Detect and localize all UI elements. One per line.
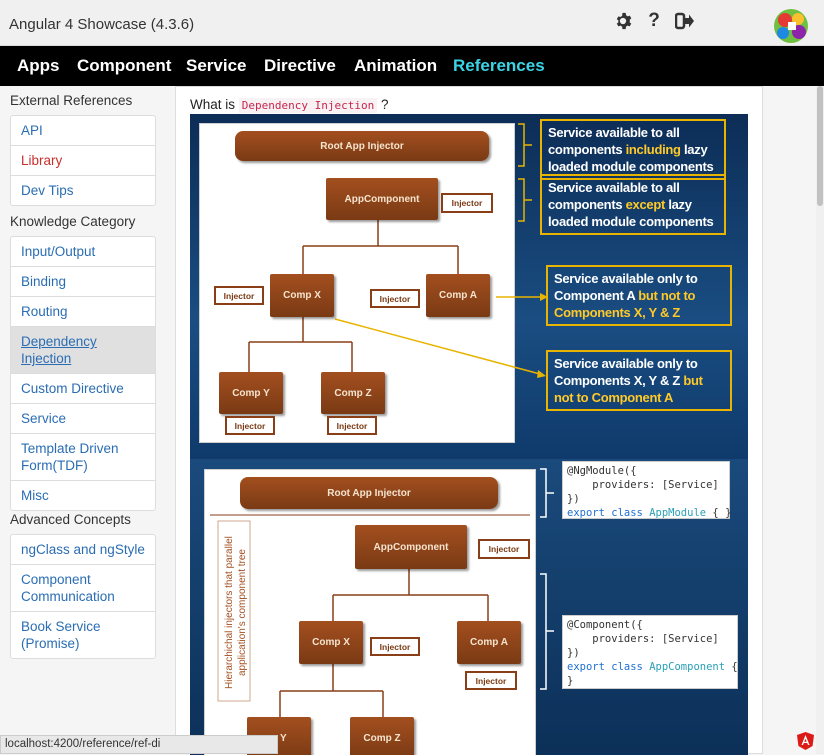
code2-line1: @Component({ [567,619,643,631]
title-bar: Angular 4 Showcase (4.3.6) ? [0,0,824,46]
diagram2-injector-a: Injector [465,671,517,690]
nav-animation[interactable]: Animation [354,56,437,76]
code2-line5: } [567,675,574,687]
code1-line1: @NgModule({ [567,465,637,477]
diagram1-injector-a: Injector [370,289,420,308]
nav-component[interactable]: Component [77,56,171,76]
code1-end: { } [712,507,732,519]
page-scrollbar[interactable] [816,86,824,754]
nav-directive[interactable]: Directive [264,56,336,76]
angular-icon [797,732,814,750]
sidebar-group-knowledge: Input/Output Binding Routing Dependency … [10,236,156,511]
code1-line4: export class AppModule { } [567,506,731,520]
diagram1-comp-y: Comp Y [219,372,283,414]
diagram1-note2-highlight: except [625,197,666,212]
code1-line3: }) [567,493,580,505]
sidebar-item-component-communication[interactable]: Component Communication [11,564,155,611]
diagram2-vertical-label: Hierarchichal injectors that parallel ap… [224,536,248,690]
sidebar-heading-advanced: Advanced Concepts [10,512,131,527]
diagram1-app-component: AppComponent [326,178,438,220]
sidebar-item-ngclass[interactable]: ngClass and ngStyle [11,535,155,564]
diagram1-note-components-xyz: Service available only to Components X, … [546,350,732,411]
code1-line2: providers: [Service] [567,479,719,491]
logout-icon[interactable] [675,11,695,31]
sidebar-group-advanced: ngClass and ngStyle Component Communicat… [10,534,156,659]
diagram1-note-component-a: Service available only to Component A bu… [546,265,732,326]
diagram1-root-injector: Root App Injector [235,131,489,161]
code1-class: AppModule [649,507,707,519]
diagram1-injector-z: Injector [327,416,377,435]
scrollbar-thumb[interactable] [817,86,823,206]
diagram2-root-injector: Root App Injector [240,477,498,509]
sidebar-item-routing[interactable]: Routing [11,296,155,326]
help-icon[interactable]: ? [644,10,664,31]
code2-line3: }) [567,647,580,659]
app-title: Angular 4 Showcase (4.3.6) [9,16,195,33]
sidebar-item-input-output[interactable]: Input/Output [11,237,155,266]
diagram1-comp-a: Comp A [426,274,490,317]
diagram1-note4-text-a: Service available only to Components X, … [554,356,698,388]
diagram2-comp-z: Comp Z [350,717,414,755]
sidebar-item-tdf[interactable]: Template Driven Form(TDF) [11,433,155,480]
diagram2-injector-app: Injector [478,539,530,559]
sidebar-heading-knowledge: Knowledge Category [10,214,136,229]
sidebar-group-external: API Library Dev Tips [10,115,156,206]
diagram1-injector-y: Injector [225,416,275,435]
nav-apps[interactable]: Apps [17,56,60,76]
main-content: What is Dependency Injection ? Root App … [175,86,763,755]
diagram1-comp-z: Comp Z [321,372,385,414]
code2-class: AppComponent [649,661,726,673]
sidebar-heading-external: External References [10,93,133,108]
sidebar-item-binding[interactable]: Binding [11,266,155,296]
gear-icon[interactable] [613,11,633,31]
diagram2-code-component: @Component({ providers: [Service]}) expor… [562,615,738,689]
diagram1-note-except: Service available to all components exce… [540,174,726,235]
diagram2-code-ngmodule: @NgModule({ providers: [Service]}) export… [562,461,731,520]
diagram1-comp-x: Comp X [270,274,334,317]
sidebar-item-service[interactable]: Service [11,403,155,433]
diagram2-app-component: AppComponent [355,525,467,569]
question-code: Dependency Injection [238,98,378,113]
diagram1-note1-highlight: including [625,142,681,157]
sidebar-item-dependency-injection[interactable]: Dependency Injection [11,326,155,373]
diagram1-injector-app: Injector [441,193,493,213]
sidebar-item-dev-tips[interactable]: Dev Tips [11,175,155,205]
question-prefix: What is [190,97,236,112]
toolbar-icons: ? [613,10,695,31]
status-bar-url: localhost:4200/reference/ref-di [0,735,278,754]
sidebar-item-api[interactable]: API [11,116,155,145]
code2-line4: export class AppComponent { [567,660,738,674]
question-text: What is Dependency Injection ? [190,97,389,113]
sidebar: External References API Library Dev Tips… [0,86,162,754]
sidebar-item-library[interactable]: Library [11,145,155,175]
code2-line2: providers: [Service] [567,633,719,645]
diagram2-injector-x: Injector [370,637,420,656]
diagram2-comp-x: Comp X [299,621,363,664]
code1-keyword: export class [567,507,643,519]
sidebar-item-book-service[interactable]: Book Service (Promise) [11,611,155,658]
question-suffix: ? [381,97,389,112]
di-diagram-1: Root App Injector AppComponent Injector … [190,114,748,459]
diagram2-comp-a: Comp A [457,621,521,664]
app-logo [774,9,808,43]
nav-service[interactable]: Service [186,56,247,76]
diagram1-injector-x: Injector [214,286,264,305]
code2-keyword: export class [567,661,643,673]
di-diagram-2: Root App Injector Hierarchichal injector… [190,459,748,755]
main-navbar: Apps Component Service Directive Animati… [0,46,824,86]
diagram1-note-including: Service available to all components incl… [540,119,726,180]
sidebar-item-misc[interactable]: Misc [11,480,155,510]
nav-references[interactable]: References [453,56,545,76]
sidebar-item-custom-directive[interactable]: Custom Directive [11,373,155,403]
code2-end: { [731,661,738,673]
